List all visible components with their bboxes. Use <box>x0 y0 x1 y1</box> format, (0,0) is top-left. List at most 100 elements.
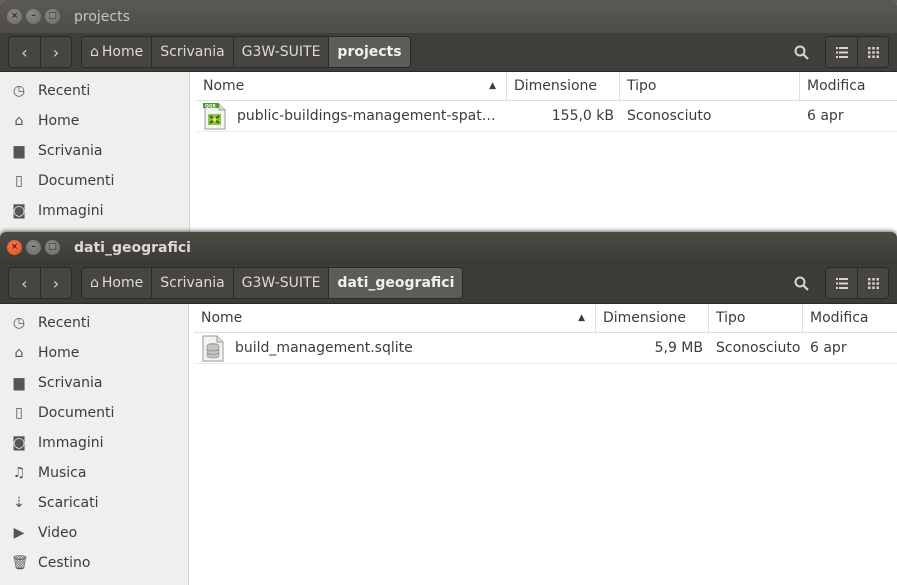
music-icon: ♫ <box>12 465 26 481</box>
close-window-button[interactable]: × <box>7 240 22 255</box>
column-modifica[interactable]: Modifica <box>803 304 897 332</box>
video-icon: ▶ <box>13 525 25 541</box>
document-icon: ▯ <box>15 173 23 189</box>
file-list: Nome ▲ Dimensione Tipo Modifica QGS publi… <box>196 72 897 236</box>
grid-view-icon <box>867 277 879 289</box>
view-toggle <box>825 36 889 68</box>
list-view-icon <box>835 46 848 58</box>
breadcrumb: ⌂ Home Scrivania G3W-SUITE dati_geografic… <box>81 267 464 299</box>
sidebar-item-home[interactable]: ⌂ Home <box>0 106 189 136</box>
history-nav: ‹ › <box>8 36 72 68</box>
column-tipo[interactable]: Tipo <box>709 304 803 332</box>
column-dimensione[interactable]: Dimensione <box>507 72 620 100</box>
back-button[interactable]: ‹ <box>9 268 40 298</box>
qgs-file-icon: QGS <box>203 102 226 129</box>
chevron-right-icon: › <box>52 42 60 62</box>
download-icon: ⇣ <box>13 495 25 511</box>
breadcrumb: ⌂ Home Scrivania G3W-SUITE projects <box>81 36 411 68</box>
trash-icon: 🗑 <box>11 555 29 571</box>
file-list-header: Nome ▲ Dimensione Tipo Modifica <box>194 304 897 333</box>
breadcrumb-g3w-suite[interactable]: G3W-SUITE <box>232 37 329 67</box>
home-icon: ⌂ <box>14 113 24 129</box>
breadcrumb-home[interactable]: ⌂ Home <box>82 268 152 298</box>
places-sidebar: ◷ Recenti ⌂ Home ▆ Scrivania ▯ Documenti ◙ Im… <box>0 304 189 585</box>
grid-view-button[interactable] <box>857 268 888 298</box>
breadcrumb-dati-geografici[interactable]: dati_geografici <box>328 268 463 298</box>
sidebar-item-immagini[interactable]: ◙ Immagini <box>0 196 189 226</box>
svg-text:QGS: QGS <box>205 103 216 109</box>
search-button[interactable] <box>786 37 817 67</box>
breadcrumb-projects[interactable]: projects <box>328 37 410 67</box>
sort-ascending-icon: ▲ <box>578 313 585 323</box>
sidebar-item-scrivania[interactable]: ▆ Scrivania <box>0 368 188 398</box>
dati-geografici-window: × – □ dati_geografici ‹ › ⌂ Home Scrivani… <box>0 232 897 585</box>
window-title: dati_geografici <box>74 239 191 256</box>
breadcrumb-scrivania[interactable]: Scrivania <box>151 37 233 67</box>
projects-window: × – □ projects ‹ › ⌂ Home Scrivania G3W-S… <box>0 0 897 236</box>
sidebar-item-musica[interactable]: ♫ Musica <box>0 458 188 488</box>
maximize-window-button[interactable]: □ <box>45 240 60 255</box>
sidebar-item-documenti[interactable]: ▯ Documenti <box>0 166 189 196</box>
maximize-window-button[interactable]: □ <box>45 9 60 24</box>
database-file-icon <box>202 335 224 361</box>
file-row[interactable]: build_management.sqlite 5,9 MB Sconosciu… <box>194 333 897 364</box>
title-bar[interactable]: × – □ projects <box>0 0 897 33</box>
file-type: Sconosciuto <box>627 108 712 124</box>
column-nome[interactable]: Nome ▲ <box>196 72 507 100</box>
search-button[interactable] <box>786 268 817 298</box>
minimize-window-button[interactable]: – <box>26 240 41 255</box>
view-toggle <box>825 267 889 299</box>
chevron-left-icon: ‹ <box>21 42 28 62</box>
file-size: 5,9 MB <box>654 340 703 356</box>
file-type: Sconosciuto <box>716 340 801 356</box>
sort-ascending-icon: ▲ <box>489 81 496 91</box>
back-button[interactable]: ‹ <box>9 37 40 67</box>
file-list: Nome ▲ Dimensione Tipo Modifica build_man… <box>194 304 897 585</box>
folder-icon: ▆ <box>13 143 25 159</box>
breadcrumb-scrivania[interactable]: Scrivania <box>151 268 233 298</box>
camera-icon: ◙ <box>12 203 26 219</box>
folder-icon: ▆ <box>13 375 25 391</box>
history-nav: ‹ › <box>8 267 72 299</box>
file-list-header: Nome ▲ Dimensione Tipo Modifica <box>196 72 897 101</box>
column-modifica[interactable]: Modifica <box>800 72 897 100</box>
sidebar-item-home[interactable]: ⌂ Home <box>0 338 188 368</box>
sidebar-item-immagini[interactable]: ◙ Immagini <box>0 428 188 458</box>
column-tipo[interactable]: Tipo <box>620 72 800 100</box>
file-name: public-buildings-management-spat… <box>237 108 496 124</box>
list-view-icon <box>835 277 848 289</box>
home-icon: ⌂ <box>14 345 24 361</box>
column-dimensione[interactable]: Dimensione <box>596 304 709 332</box>
sidebar-item-recenti[interactable]: ◷ Recenti <box>0 76 189 106</box>
file-modified: 6 apr <box>810 340 847 356</box>
file-row[interactable]: QGS public-buildings-management-spat… 15… <box>196 101 897 132</box>
file-name: build_management.sqlite <box>235 340 413 356</box>
sidebar-item-documenti[interactable]: ▯ Documenti <box>0 398 188 428</box>
sidebar-item-scaricati[interactable]: ⇣ Scaricati <box>0 488 188 518</box>
places-sidebar: ◷ Recenti ⌂ Home ▆ Scrivania ▯ Documenti ◙ Im… <box>0 72 190 236</box>
toolbar: ‹ › ⌂ Home Scrivania G3W-SUITE dati_geogr… <box>0 263 897 304</box>
forward-button[interactable]: › <box>40 37 71 67</box>
list-view-button[interactable] <box>826 37 857 67</box>
sidebar-item-scrivania[interactable]: ▆ Scrivania <box>0 136 189 166</box>
close-window-button[interactable]: × <box>7 9 22 24</box>
toolbar: ‹ › ⌂ Home Scrivania G3W-SUITE projects <box>0 33 897 72</box>
breadcrumb-g3w-suite[interactable]: G3W-SUITE <box>232 268 329 298</box>
minimize-window-button[interactable]: – <box>26 9 41 24</box>
forward-button[interactable]: › <box>40 268 71 298</box>
search-icon <box>794 45 809 60</box>
list-view-button[interactable] <box>826 268 857 298</box>
clock-icon: ◷ <box>12 315 26 331</box>
breadcrumb-home[interactable]: ⌂ Home <box>82 37 152 67</box>
title-bar[interactable]: × – □ dati_geografici <box>0 232 897 263</box>
sidebar-item-cestino[interactable]: 🗑 Cestino <box>0 548 188 578</box>
file-size: 155,0 kB <box>551 108 614 124</box>
document-icon: ▯ <box>15 405 23 421</box>
grid-view-button[interactable] <box>857 37 888 67</box>
home-icon: ⌂ <box>90 44 99 60</box>
sidebar-item-recenti[interactable]: ◷ Recenti <box>0 308 188 338</box>
column-nome[interactable]: Nome ▲ <box>194 304 596 332</box>
chevron-right-icon: › <box>52 273 60 293</box>
sidebar-item-video[interactable]: ▶ Video <box>0 518 188 548</box>
search-icon <box>794 276 809 291</box>
